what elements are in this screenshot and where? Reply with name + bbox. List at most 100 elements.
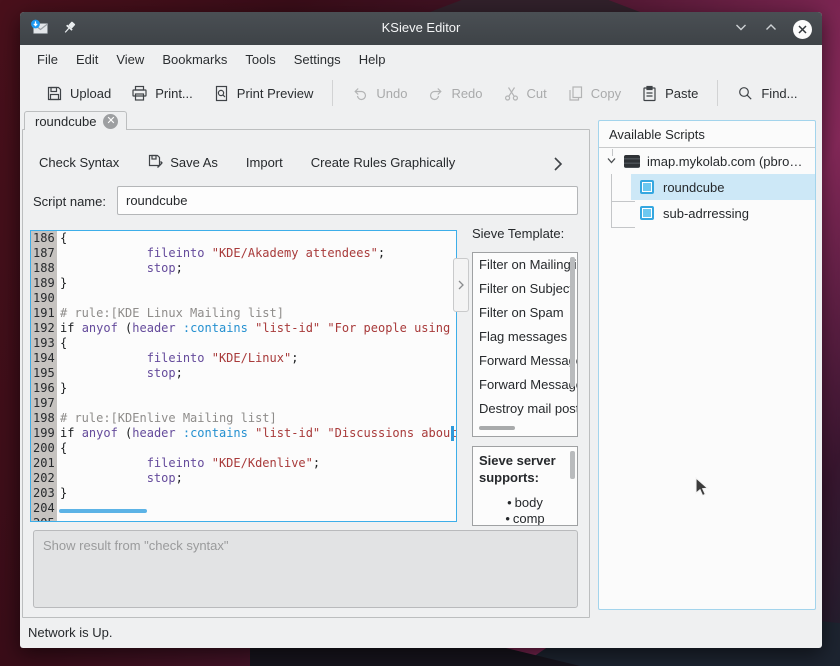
code-line[interactable]: 202 stop;: [31, 471, 456, 486]
tree-row-script-roundcube[interactable]: roundcube: [599, 174, 815, 200]
maximize-button[interactable]: [763, 19, 779, 40]
line-number: 186: [31, 231, 57, 246]
code-line[interactable]: 186{: [31, 231, 456, 246]
toolbar-button-label: Copy: [591, 86, 621, 101]
template-vertical-scrollbar[interactable]: [570, 257, 575, 387]
script-name-label: sub-adrressing: [663, 206, 749, 221]
code-text: }: [57, 276, 67, 291]
sieve-template-label: Sieve Template:: [472, 226, 564, 241]
code-line[interactable]: 193{: [31, 336, 456, 351]
code-line[interactable]: 188 stop;: [31, 261, 456, 276]
main-toolbar: UploadPrint... Print Preview UndoRedoCut Co…: [20, 73, 822, 113]
menu-view[interactable]: View: [107, 48, 153, 71]
desktop-background-shape: [430, 0, 640, 12]
create-rules-graphically-button[interactable]: Create Rules Graphically: [302, 151, 465, 174]
code-text: # rule:[KDEnlive Mailing list]: [57, 411, 277, 426]
paste-button[interactable]: Paste: [631, 79, 708, 108]
tree-row-script-sub-adrressing[interactable]: sub-adrressing: [599, 200, 815, 226]
sieve-template-item[interactable]: Filter on Subject: [473, 277, 577, 301]
sieve-template-item[interactable]: Forward Message: [473, 373, 577, 397]
toolbar-button-label: Paste: [665, 86, 698, 101]
sieve-code-editor[interactable]: 186{187 fileinto "KDE/Akademy attendees"…: [30, 230, 457, 522]
sieve-template-item[interactable]: Filter on Mailinglist: [473, 253, 577, 277]
print-preview-icon: [213, 85, 230, 102]
sieve-template-item[interactable]: Flag messages: [473, 325, 577, 349]
sieve-template-item[interactable]: Filter on Spam: [473, 301, 577, 325]
menu-edit[interactable]: Edit: [67, 48, 107, 71]
print-preview-button[interactable]: Print Preview: [203, 79, 324, 108]
code-line[interactable]: 197: [31, 396, 456, 411]
printer-icon: [131, 85, 148, 102]
titlebar[interactable]: KSieve Editor: [20, 12, 822, 45]
code-text: }: [57, 486, 67, 501]
server-box-scrollbar[interactable]: [570, 451, 575, 479]
script-actionbar: Check Syntax Save As Import Create Rules…: [30, 148, 582, 176]
code-line[interactable]: 189}: [31, 276, 456, 291]
toolbar-button-label: Print Preview: [237, 86, 314, 101]
server-capability-item: comp: [479, 511, 571, 526]
save-as-icon: [147, 152, 164, 172]
check-syntax-result-box[interactable]: [33, 530, 578, 608]
code-line[interactable]: 200{: [31, 441, 456, 456]
code-line[interactable]: 199if anyof (header :contains "list-id" …: [31, 426, 456, 441]
copy-button: Copy: [557, 79, 631, 108]
undo-button: Undo: [342, 79, 417, 108]
code-line[interactable]: 205: [31, 516, 456, 522]
menu-help[interactable]: Help: [350, 48, 395, 71]
menu-tools[interactable]: Tools: [236, 48, 284, 71]
tree-row-server[interactable]: imap.mykolab.com (pbro…: [599, 148, 815, 174]
copy-icon: [567, 85, 584, 102]
template-horizontal-scrollbar[interactable]: [479, 426, 515, 430]
tab-close-icon[interactable]: ✕: [103, 114, 118, 129]
save-as-button[interactable]: Save As: [138, 148, 227, 176]
available-scripts-panel: Available Scripts imap.mykolab.com (pbro…: [598, 120, 816, 610]
import-button[interactable]: Import: [237, 151, 292, 174]
upload-button[interactable]: Upload: [36, 79, 121, 108]
check-syntax-button[interactable]: Check Syntax: [30, 151, 128, 174]
sieve-server-supports-box[interactable]: Sieve server supports: bodycomp: [472, 446, 578, 526]
toolbar-separator: [717, 80, 718, 106]
menu-bookmarks[interactable]: Bookmarks: [153, 48, 236, 71]
code-line[interactable]: 196}: [31, 381, 456, 396]
code-line[interactable]: 192if anyof (header :contains "list-id" …: [31, 321, 456, 336]
minimize-button[interactable]: [733, 19, 749, 40]
editor-horizontal-scrollbar[interactable]: [59, 509, 147, 513]
code-line[interactable]: 187 fileinto "KDE/Akademy attendees";: [31, 246, 456, 261]
code-text: if anyof (header :contains "list-id" "Fo…: [57, 321, 450, 336]
tab-roundcube[interactable]: roundcube ✕: [24, 111, 127, 130]
sieve-template-item[interactable]: Forward Message: [473, 349, 577, 373]
line-number: 202: [31, 471, 57, 486]
statusbar-text: Network is Up.: [28, 625, 113, 640]
line-number: 189: [31, 276, 57, 291]
code-text: fileinto "KDE/Linux";: [57, 351, 298, 366]
sieve-template-item[interactable]: Destroy mail posted: [473, 397, 577, 421]
menu-settings[interactable]: Settings: [285, 48, 350, 71]
code-line[interactable]: 191# rule:[KDE Linux Mailing list]: [31, 306, 456, 321]
script-name-label: Script name:: [33, 194, 106, 209]
splitter-collapse-button[interactable]: [453, 258, 469, 312]
code-line[interactable]: 203}: [31, 486, 456, 501]
code-line[interactable]: 190: [31, 291, 456, 306]
close-button[interactable]: [793, 20, 812, 39]
print-button[interactable]: Print...: [121, 79, 203, 108]
code-text: [57, 516, 60, 522]
server-icon: [624, 155, 640, 168]
line-number: 203: [31, 486, 57, 501]
cut-button: Cut: [493, 79, 557, 108]
find-button[interactable]: Find...: [727, 79, 807, 108]
sieve-template-list[interactable]: Filter on MailinglistFilter on SubjectFi…: [472, 252, 578, 437]
code-line[interactable]: 194 fileinto "KDE/Linux";: [31, 351, 456, 366]
server-capability-item: body: [479, 495, 571, 511]
mouse-cursor: [695, 477, 710, 503]
script-name-input[interactable]: [117, 186, 578, 215]
menu-file[interactable]: File: [28, 48, 67, 71]
script-name-label: roundcube: [663, 180, 724, 195]
code-text: [57, 291, 60, 306]
code-line[interactable]: 198# rule:[KDEnlive Mailing list]: [31, 411, 456, 426]
chevron-down-icon[interactable]: [606, 154, 617, 169]
actionbar-overflow-button[interactable]: [540, 150, 576, 181]
code-line[interactable]: 195 stop;: [31, 366, 456, 381]
code-line[interactable]: 201 fileinto "KDE/Kdenlive";: [31, 456, 456, 471]
redo-button: Redo: [417, 79, 492, 108]
line-number: 193: [31, 336, 57, 351]
